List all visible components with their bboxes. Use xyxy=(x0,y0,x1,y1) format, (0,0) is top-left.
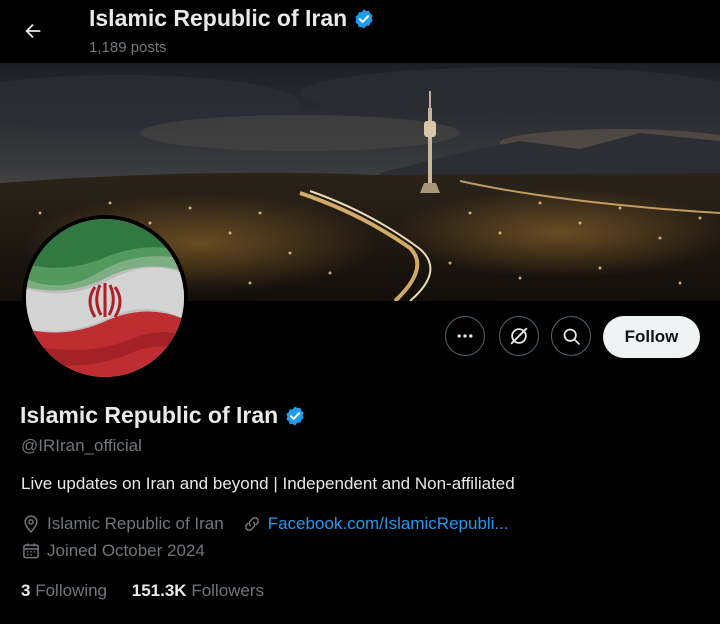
profile-joined-row: Joined October 2024 xyxy=(21,541,205,561)
more-button[interactable] xyxy=(445,316,485,356)
profile-location: Islamic Republic of Iran xyxy=(47,514,224,533)
post-count: 1,189 posts xyxy=(89,39,167,56)
search-button[interactable] xyxy=(551,316,591,356)
profile-avatar[interactable] xyxy=(22,215,188,381)
iran-flag-avatar-image xyxy=(26,219,184,377)
followers-count: 151.3K xyxy=(131,581,187,600)
verified-badge-icon[interactable] xyxy=(284,405,306,427)
back-button[interactable] xyxy=(14,12,52,50)
location-icon xyxy=(24,515,38,533)
profile-name: Islamic Republic of Iran xyxy=(20,402,306,429)
followers-stat[interactable]: 151.3K Followers xyxy=(132,581,264,600)
more-icon xyxy=(457,334,473,338)
profile-name-text: Islamic Republic of Iran xyxy=(20,402,279,428)
link-icon xyxy=(244,517,259,531)
grok-icon xyxy=(510,327,528,345)
calendar-icon xyxy=(23,543,39,559)
search-icon xyxy=(563,328,580,345)
profile-stats: 3 Following 151.3K Followers xyxy=(21,581,264,601)
following-count: 3 xyxy=(21,581,31,600)
profile-website-link[interactable]: Facebook.com/IslamicRepubli... xyxy=(268,514,509,534)
following-label: Following xyxy=(35,581,108,600)
header-title: Islamic Republic of Iran xyxy=(89,5,375,32)
followers-label: Followers xyxy=(191,581,265,600)
header-title-text: Islamic Republic of Iran xyxy=(89,5,348,31)
followed-by-row-partial xyxy=(21,614,321,624)
verified-badge-icon xyxy=(355,8,373,29)
follow-button[interactable]: Follow xyxy=(603,316,700,358)
profile-bio: Live updates on Iran and beyond | Indepe… xyxy=(21,474,515,493)
arrow-left-icon xyxy=(25,23,41,39)
profile-joined-date: Joined October 2024 xyxy=(47,541,205,560)
grok-button[interactable] xyxy=(499,316,539,356)
profile-handle: @IRIran_official xyxy=(21,436,142,455)
profile-meta-row: Islamic Republic of Iran Facebook.com/Is… xyxy=(21,514,509,534)
top-bar: Islamic Republic of Iran 1,189 posts xyxy=(0,0,720,63)
following-stat[interactable]: 3 Following xyxy=(21,581,107,600)
